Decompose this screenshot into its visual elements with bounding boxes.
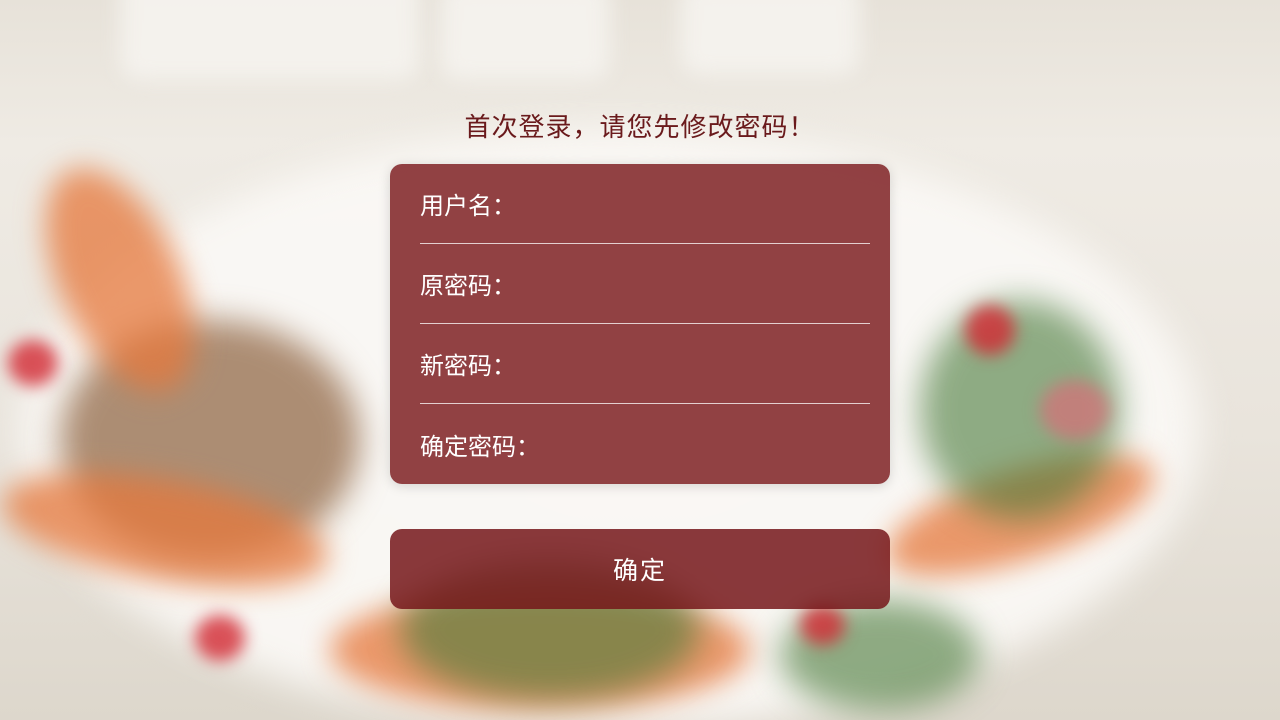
background-bowl xyxy=(680,0,860,75)
confirm-button[interactable]: 确定 xyxy=(390,529,890,609)
new-password-input[interactable] xyxy=(522,342,870,385)
old-password-row: 原密码： xyxy=(420,244,870,324)
confirm-password-input[interactable] xyxy=(546,423,870,465)
background-tomato xyxy=(8,340,58,386)
background-bowl xyxy=(440,0,610,80)
change-password-form: 用户名： 原密码： 新密码： 确定密码： xyxy=(390,164,890,484)
confirm-password-row: 确定密码： xyxy=(420,404,870,484)
old-password-input[interactable] xyxy=(522,262,870,305)
background-bowl xyxy=(120,0,420,80)
new-password-row: 新密码： xyxy=(420,324,870,404)
username-input[interactable] xyxy=(522,182,870,225)
confirm-password-label: 确定密码： xyxy=(420,432,540,461)
background-tomato xyxy=(965,305,1015,355)
username-row: 用户名： xyxy=(420,164,870,244)
background-tomato xyxy=(1040,380,1110,440)
background-tomato xyxy=(195,615,245,661)
username-label: 用户名： xyxy=(420,192,516,220)
new-password-label: 新密码： xyxy=(420,352,516,380)
page-title: 首次登录，请您先修改密码！ xyxy=(464,113,816,143)
old-password-label: 原密码： xyxy=(420,272,516,300)
background-tomato xyxy=(800,605,845,645)
